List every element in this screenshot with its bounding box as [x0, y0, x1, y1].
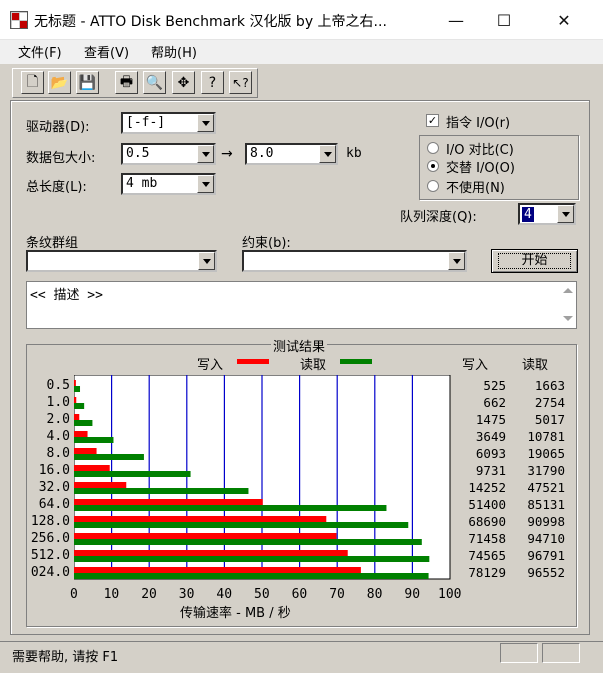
chevron-down-icon[interactable]: [198, 252, 215, 270]
total-length-value: 4 mb: [126, 176, 158, 191]
description-scrollbar[interactable]: [560, 282, 576, 328]
arrow-right-icon: →: [221, 146, 233, 162]
overlap-io-radio[interactable]: [427, 160, 439, 172]
stripe-group-select[interactable]: [26, 250, 217, 272]
write-bar: [74, 533, 337, 539]
description-field[interactable]: [26, 281, 577, 329]
chevron-down-icon[interactable]: [197, 145, 214, 163]
close-button[interactable]: ✕: [541, 0, 587, 40]
menu-file[interactable]: 文件(F): [18, 42, 62, 61]
context-help-icon[interactable]: ↖?: [229, 71, 252, 94]
read-bar: [74, 437, 114, 443]
total-length-label: 总长度(L):: [26, 180, 87, 195]
read-bar: [74, 403, 85, 409]
drive-label: 驱动器(D):: [26, 120, 90, 135]
read-bar: [74, 573, 429, 579]
read-bar: [74, 505, 387, 511]
read-legend-swatch: [340, 359, 372, 364]
help-icon[interactable]: ?: [201, 71, 224, 94]
chevron-down-icon[interactable]: [197, 114, 214, 132]
queue-depth-select[interactable]: 4: [518, 203, 576, 225]
write-bar: [74, 380, 76, 386]
read-bar: [74, 386, 81, 392]
transfer-from-select[interactable]: 0.5: [121, 143, 216, 165]
description-text: << 描述 >>: [30, 288, 103, 303]
write-bar: [74, 499, 263, 505]
drive-select[interactable]: [-f-]: [121, 112, 216, 134]
queue-depth-label: 队列深度(Q):: [400, 210, 477, 225]
print-icon[interactable]: 🖶: [115, 71, 138, 94]
constraint-label: 约束(b):: [242, 236, 291, 251]
read-bar: [74, 488, 249, 494]
read-bar: [74, 539, 422, 545]
constraint-select[interactable]: [242, 250, 467, 272]
write-bar: [74, 397, 77, 403]
chevron-down-icon[interactable]: [197, 175, 214, 193]
results-title: 测试结果: [271, 336, 328, 355]
read-bar: [74, 556, 430, 562]
maximize-button[interactable]: ☐: [481, 0, 527, 40]
benchmark-chart: [74, 375, 451, 580]
transfer-to-select[interactable]: 8.0: [245, 143, 338, 165]
transfer-to-value: 8.0: [250, 146, 274, 161]
status-text: 需要帮助, 请按 F1: [12, 650, 119, 665]
read-column-header: 读取: [522, 358, 549, 373]
read-bar: [74, 471, 191, 477]
print-preview-icon[interactable]: 🔍: [143, 71, 166, 94]
transfer-unit: kb: [346, 146, 362, 161]
app-icon: [10, 11, 28, 29]
io-compare-radio[interactable]: [427, 142, 439, 154]
write-bar: [74, 465, 110, 471]
write-bar: [74, 567, 361, 573]
io-compare-label: I/O 对比(C): [446, 143, 514, 158]
save-icon[interactable]: 💾: [76, 71, 99, 94]
overlap-io-label: 交替 I/O(O): [446, 161, 515, 176]
minimize-button[interactable]: —: [433, 0, 479, 40]
queue-depth-value: 4: [522, 207, 534, 222]
move-icon[interactable]: ✥: [172, 71, 195, 94]
write-legend-label: 写入: [197, 358, 224, 373]
total-length-select[interactable]: 4 mb: [121, 173, 216, 195]
new-icon[interactable]: 🗋: [21, 71, 44, 94]
start-button[interactable]: 开始: [491, 249, 578, 273]
chevron-down-icon[interactable]: [319, 145, 336, 163]
transfer-size-label: 数据包大小:: [26, 151, 96, 166]
write-bar: [74, 550, 348, 556]
read-bar: [74, 522, 409, 528]
open-icon[interactable]: 📂: [48, 71, 71, 94]
status-pane-1: [500, 643, 538, 663]
write-column-header: 写入: [462, 358, 489, 373]
status-pane-2: [542, 643, 580, 663]
menu-help[interactable]: 帮助(H): [151, 42, 197, 61]
chevron-up-icon[interactable]: [563, 288, 573, 293]
read-bar: [74, 420, 93, 426]
chevron-down-icon[interactable]: [448, 252, 465, 270]
write-legend-swatch: [237, 359, 269, 364]
read-bar: [74, 454, 144, 460]
stripe-group-label: 条纹群组: [26, 236, 79, 251]
write-bar: [74, 448, 97, 454]
write-bar: [74, 431, 88, 437]
transfer-from-value: 0.5: [126, 146, 150, 161]
direct-io-label: 指令 I/O(r): [446, 116, 511, 131]
write-bar: [74, 516, 327, 522]
start-button-label: 开始: [498, 253, 571, 269]
neither-radio[interactable]: [427, 180, 439, 192]
read-legend-label: 读取: [300, 358, 327, 373]
write-bar: [74, 414, 80, 420]
menu-view[interactable]: 查看(V): [84, 42, 129, 61]
write-bar: [74, 482, 127, 488]
chevron-down-icon[interactable]: [557, 205, 574, 223]
window-title: 无标题 - ATTO Disk Benchmark 汉化版 by 上帝之右...: [34, 14, 387, 30]
chevron-down-icon[interactable]: [563, 316, 573, 321]
direct-io-checkbox[interactable]: ✓: [426, 114, 439, 127]
neither-label: 不使用(N): [446, 181, 505, 196]
drive-value: [-f-]: [126, 115, 166, 130]
